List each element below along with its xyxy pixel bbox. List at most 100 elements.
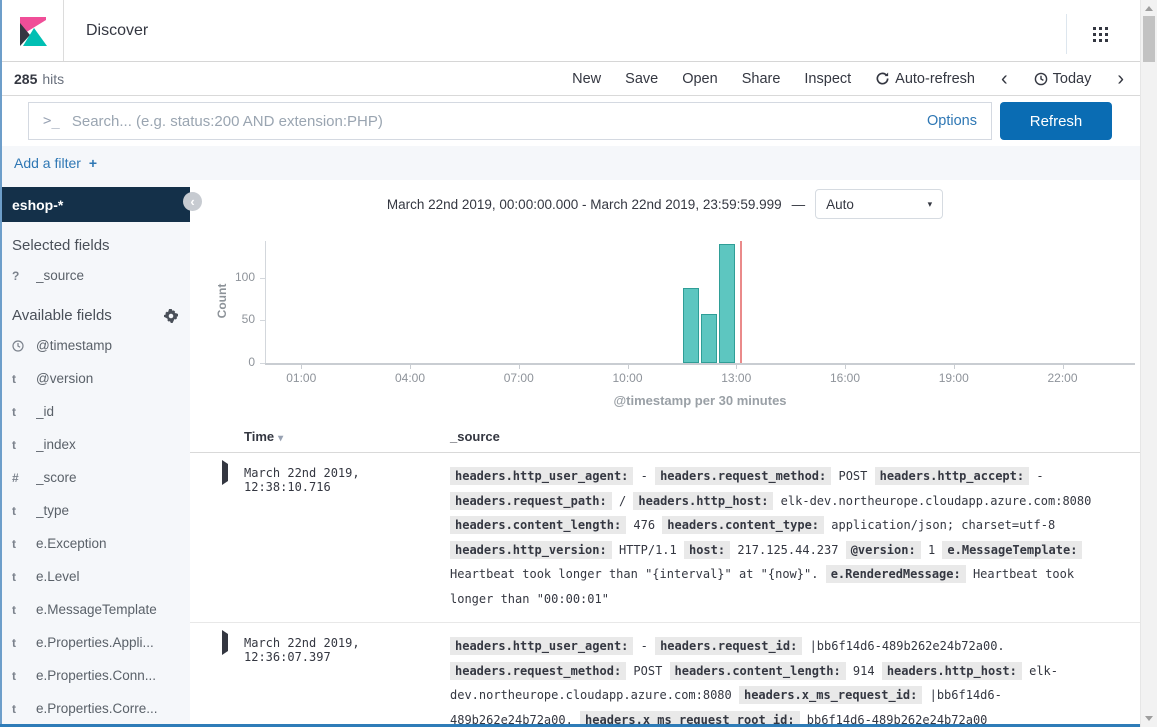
vertical-scrollbar[interactable] — [1140, 0, 1157, 727]
field-item-e-properties-conn-[interactable]: te.Properties.Conn... — [0, 659, 190, 692]
x-axis-line — [265, 363, 1135, 365]
row-source: headers.http_user_agent: - headers.reque… — [450, 634, 1124, 727]
caret-cell — [222, 464, 244, 611]
available-fields-heading: Available fields — [0, 292, 190, 329]
x-axis-title: @timestamp per 30 minutes — [265, 393, 1135, 408]
x-tick-label: 04:00 — [382, 371, 438, 385]
plus-icon: + — [89, 155, 97, 171]
table-row: March 22nd 2019, 12:38:10.716headers.htt… — [190, 453, 1140, 623]
field-item--id[interactable]: t_id — [0, 395, 190, 428]
field-item-e-exception[interactable]: te.Exception — [0, 527, 190, 560]
interval-select[interactable]: Auto ▾ — [815, 189, 943, 219]
search-input[interactable] — [72, 113, 917, 130]
caret-cell — [222, 634, 244, 727]
x-tick-mark — [736, 365, 737, 369]
x-tick-mark — [519, 365, 520, 369]
toolbar-new-link[interactable]: New — [572, 71, 601, 87]
hits-label: hits — [42, 71, 64, 87]
scrollbar-thumb[interactable] — [1143, 16, 1155, 62]
time-range-label: March 22nd 2019, 00:00:00.000 - March 22… — [387, 197, 782, 212]
expand-row-icon[interactable] — [222, 460, 228, 485]
x-tick-label: 13:00 — [708, 371, 764, 385]
auto-refresh-button[interactable]: Auto-refresh — [875, 71, 975, 87]
field-item-e-messagetemplate[interactable]: te.MessageTemplate — [0, 593, 190, 626]
select-caret-icon: ▾ — [928, 199, 933, 210]
sort-down-icon: ▾ — [278, 433, 283, 444]
y-axis-title: Count — [215, 240, 229, 362]
time-prev-button[interactable]: ‹ — [999, 69, 1010, 89]
text-field-icon: t — [12, 504, 28, 518]
range-dash: — — [792, 197, 806, 212]
source-field-badge: headers.content_type: — [662, 516, 824, 534]
field-name: @version — [36, 371, 93, 386]
source-field-badge: headers.x_ms_request_id: — [739, 686, 922, 704]
toolbar-share-link[interactable]: Share — [742, 71, 781, 87]
x-tick-mark — [628, 365, 629, 369]
time-next-button[interactable]: › — [1115, 69, 1126, 89]
toolbar-open-link[interactable]: Open — [682, 71, 717, 87]
timepicker-label: Today — [1053, 71, 1092, 87]
source-field-badge: headers.http_host: — [882, 662, 1022, 680]
time-column-header[interactable]: Time▾ — [244, 429, 450, 444]
toolbar: New Save Open Share Inspect Auto-refresh ‹ T… — [572, 69, 1126, 89]
field-name: e.Properties.Appli... — [36, 635, 154, 650]
histogram-chart[interactable]: 05010001:0004:0007:0010:0013:0016:0019:0… — [190, 225, 1140, 413]
field-item--index[interactable]: t_index — [0, 428, 190, 461]
auto-refresh-label: Auto-refresh — [895, 71, 975, 87]
scroll-down-icon[interactable] — [1145, 716, 1153, 721]
field-name: e.MessageTemplate — [36, 602, 157, 617]
field-item--type[interactable]: t_type — [0, 494, 190, 527]
field-item--source[interactable]: ?_source — [0, 259, 190, 292]
text-field-icon: t — [12, 372, 28, 386]
index-pattern-selector[interactable]: eshop-* — [0, 187, 190, 222]
source-field-badge: headers.http_accept: — [875, 467, 1030, 485]
text-field-icon: t — [12, 636, 28, 650]
source-field-badge: e.RenderedMessage: — [826, 565, 966, 583]
y-axis-line — [265, 241, 266, 363]
hits-bar: 285 hits NewSaveOpenShareInspect Auto-re… — [0, 62, 1140, 96]
expand-row-icon[interactable] — [222, 630, 228, 655]
row-time: March 22nd 2019, 12:38:10.716 — [244, 464, 450, 611]
source-field-badge: headers.http_user_agent: — [450, 467, 633, 485]
query-options-link[interactable]: Options — [927, 113, 977, 129]
sidebar-collapse-button[interactable]: ‹ — [183, 192, 202, 211]
add-filter-link[interactable]: Add a filter + — [14, 155, 97, 171]
field-item-e-properties-appli-[interactable]: t e.Properties.Appli... — [0, 626, 190, 659]
x-tick-label: 07:00 — [491, 371, 547, 385]
timepicker-button[interactable]: Today — [1034, 71, 1092, 87]
apps-menu-button[interactable] — [1066, 14, 1108, 54]
search-box: >_ Options — [28, 102, 992, 140]
source-field-badge: headers.content_length: — [670, 662, 846, 680]
x-tick-label: 19:00 — [926, 371, 982, 385]
field-item-e-level[interactable]: te.Level — [0, 560, 190, 593]
field-item--score[interactable]: #_score — [0, 461, 190, 494]
date-field-icon — [12, 340, 28, 352]
number-field-icon: # — [12, 471, 28, 485]
source-field-badge: headers.request_method: — [450, 662, 626, 680]
x-tick-mark — [954, 365, 955, 369]
x-tick-label: 16:00 — [817, 371, 873, 385]
histogram-bar-11:30[interactable] — [683, 288, 699, 363]
toolbar-save-link[interactable]: Save — [625, 71, 658, 87]
text-field-icon: t — [12, 702, 28, 716]
source-field-badge: headers.request_path: — [450, 492, 612, 510]
x-tick-mark — [301, 365, 302, 369]
discover-main: March 22nd 2019, 00:00:00.000 - March 22… — [190, 180, 1140, 727]
field-item-e-properties-corre-[interactable]: te.Properties.Corre... — [0, 692, 190, 725]
source-field-badge: @version: — [846, 541, 921, 559]
toolbar-inspect-link[interactable]: Inspect — [804, 71, 851, 87]
refresh-arrow-icon — [875, 71, 890, 86]
histogram-bar-12:30[interactable] — [719, 244, 735, 363]
histogram-bar-12:00[interactable] — [701, 314, 717, 363]
page-title: Discover — [86, 22, 148, 40]
field-item--version[interactable]: t @version — [0, 362, 190, 395]
field-item--timestamp[interactable]: @timestamp — [0, 329, 190, 362]
source-field-badge: headers.request_id: — [655, 637, 802, 655]
refresh-button[interactable]: Refresh — [1000, 102, 1112, 140]
scroll-up-icon[interactable] — [1145, 6, 1153, 11]
chart-header: March 22nd 2019, 00:00:00.000 - March 22… — [190, 189, 1140, 219]
documents-table: Time▾ _source March 22nd 2019, 12:38:10.… — [190, 423, 1140, 727]
field-settings-gear-icon[interactable] — [164, 309, 178, 323]
kibana-logo[interactable] — [0, 0, 64, 61]
apps-grid-icon — [1093, 27, 1108, 42]
